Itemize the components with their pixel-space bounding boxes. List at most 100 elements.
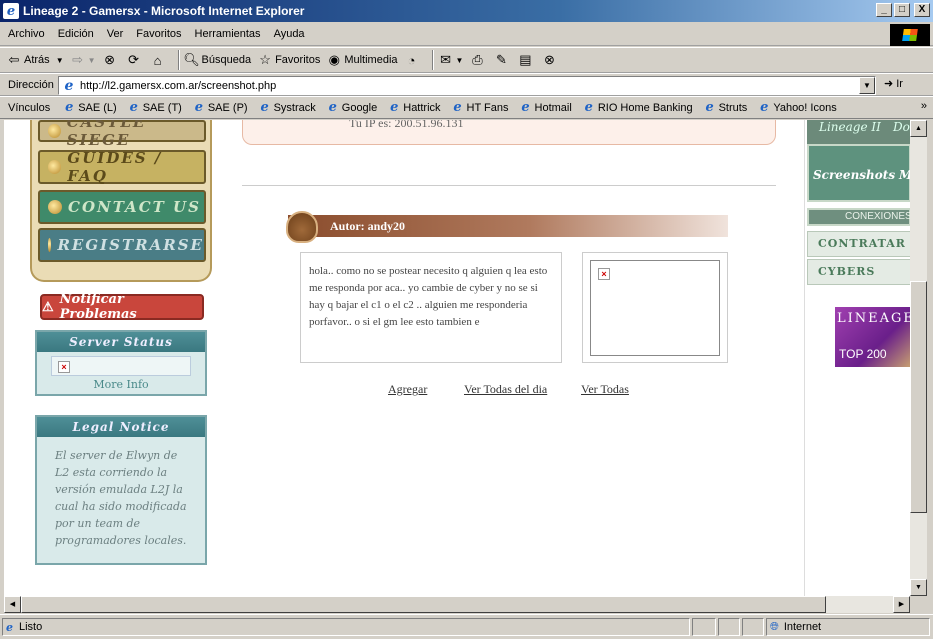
screenshots-tile[interactable]: Screenshots M [807,144,910,202]
link-page-icon: e [760,99,769,115]
nav-label: REGISTRARSE [57,236,204,254]
link-item[interactable]: e Hotmail [519,100,571,115]
links-more-chevron-icon[interactable]: » [921,100,927,112]
home-button[interactable]: ⌂ [150,49,168,71]
nav-panel: CASTLE SIEGE GUIDES / FAQ CONTACT US REG… [30,120,212,282]
left-column: CASTLE SIEGE GUIDES / FAQ CONTACT US REG… [26,120,216,596]
lineage-top200-banner[interactable]: LINEAGE TOP 200 [835,307,910,367]
scroll-down-icon[interactable]: ▼ [910,579,927,596]
close-button[interactable]: X [914,3,930,17]
messenger-button[interactable]: ⊗ [541,49,559,71]
nav-contact-us[interactable]: CONTACT US [38,190,206,224]
menu-edicion[interactable]: Edición [58,28,94,40]
banner-logo: LINEAGE [837,311,910,326]
status-text: Listo [19,621,43,633]
link-label: HT Fans [466,101,509,114]
forward-button[interactable]: ⇨ ▼ [70,49,96,71]
address-dropdown-icon[interactable]: ▼ [859,77,875,94]
downloads-link[interactable]: Dow [893,120,910,134]
address-input[interactable]: e http://l2.gamersx.com.ar/screenshot.ph… [58,76,876,95]
favorites-button[interactable]: ☆ Favoritos [257,49,320,71]
ver-todas-link[interactable]: Ver Todas [581,382,629,397]
link-item[interactable]: e Yahoo! Icons [757,99,837,115]
more-info-link[interactable]: More Info [37,378,205,391]
ip-text: Tu IP es: 200.51.96.131 [349,120,464,130]
menu-herramientas[interactable]: Herramientas [195,28,261,40]
lineage2-link[interactable]: Lineage II [819,120,881,134]
title-bar: e Lineage 2 - Gamersx - Microsoft Intern… [0,0,933,22]
agregar-link[interactable]: Agregar [388,382,427,397]
history-button[interactable]: ◔ [404,49,422,71]
banner-label: TOP 200 [839,347,887,361]
link-item[interactable]: e Struts [703,100,748,115]
link-item[interactable]: e Systrack [258,100,315,115]
menu-ayuda[interactable]: Ayuda [274,28,305,40]
refresh-button[interactable]: ⟳ [126,49,144,71]
back-dropdown-icon[interactable]: ▼ [56,56,64,65]
edit-button[interactable]: ✎ [493,49,511,71]
forward-dropdown-icon[interactable]: ▼ [88,56,96,65]
menu-ver[interactable]: Ver [107,28,124,40]
back-label: Atrás [24,54,50,66]
links-label: Vínculos [8,101,51,114]
address-url[interactable]: http://l2.gamersx.com.ar/screenshot.php [80,80,276,92]
ie-app-icon[interactable]: e [3,3,19,19]
vertical-scrollbar[interactable]: ▲ ▼ [910,120,927,596]
link-item[interactable]: e SAE (T) [127,100,182,115]
link-item[interactable]: e HT Fans [451,99,509,115]
stop-button[interactable]: ⊗ [102,49,120,71]
horizontal-scroll-thumb[interactable] [21,596,826,613]
link-label: Yahoo! Icons [773,101,837,114]
link-label: Google [341,101,378,114]
nav-guides-faq[interactable]: GUIDES / FAQ [38,149,206,185]
scroll-right-icon[interactable]: ▶ [893,596,910,613]
link-item[interactable]: e RIO Home Banking [582,99,693,115]
print-button[interactable]: ⎙ [469,49,487,71]
back-arrow-icon: ⇦ [8,52,20,67]
link-label: Struts [718,101,748,114]
menu-favoritos[interactable]: Favoritos [136,28,181,40]
nav-label: GUIDES / FAQ [67,149,163,185]
link-page-icon: e [390,99,399,115]
legal-notice-box: Legal Notice El server de Elwyn de L2 es… [35,415,207,565]
link-item[interactable]: e Hattrick [387,99,440,115]
back-button[interactable]: ⇦ Atrás ▼ [6,49,64,71]
search-button[interactable]: 🔍︎ Búsqueda [183,49,251,71]
emblem-icon [286,211,318,243]
stop-icon: ⊗ [104,52,115,67]
nav-registrarse[interactable]: REGISTRARSE [38,228,206,262]
toolbar-separator [177,50,180,70]
link-label: SAE (T) [142,101,182,114]
scroll-up-icon[interactable]: ▲ [910,120,927,137]
ver-todas-del-dia-link[interactable]: Ver Todas del dia [464,382,547,397]
link-page-icon: e [584,99,593,115]
right-top-menu: Lineage II Dow [807,120,910,144]
link-page-icon: e [453,99,462,115]
cybers-link[interactable]: CYBERS [807,259,910,285]
broken-image-icon: × [598,268,610,280]
link-item[interactable]: e Google [326,100,378,115]
minimize-button[interactable]: _ [876,3,892,17]
ip-box: Tu IP es: 200.51.96.131 [242,120,776,145]
menu-archivo[interactable]: Archivo [8,28,45,40]
link-item[interactable]: e SAE (L) [62,100,117,115]
media-button[interactable]: ◉ Multimedia [326,49,398,71]
link-label: SAE (L) [78,101,117,114]
screenshots-cut-label: M [899,168,910,182]
globe-icon: 🌐︎ [770,620,779,633]
mail-button[interactable]: ✉ ▼ [438,49,463,71]
notify-problems-button[interactable]: ⚠ Notificar Problemas [40,292,204,322]
screenshot-box: × [582,252,728,363]
link-item[interactable]: e SAE (P) [192,100,248,115]
screenshot-frame[interactable]: × [590,260,720,356]
vertical-scroll-thumb[interactable] [910,281,927,513]
maximize-button[interactable]: □ [894,3,910,17]
discuss-button[interactable]: ▤ [517,49,535,71]
go-button[interactable]: ➜ Ir [884,77,903,91]
scroll-left-icon[interactable]: ◀ [4,596,21,613]
horizontal-scrollbar[interactable]: ◀ ▶ [4,596,910,613]
orb-icon [48,124,61,138]
author-header: Autor: andy20 [286,211,728,243]
nav-castle-siege[interactable]: CASTLE SIEGE [38,120,206,149]
contratar-link[interactable]: CONTRATAR [807,231,910,257]
